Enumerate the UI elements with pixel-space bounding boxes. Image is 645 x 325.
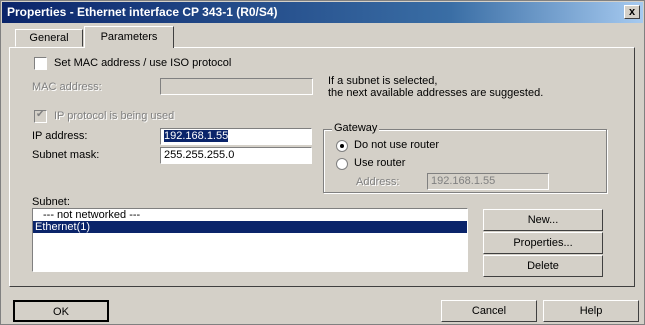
parameters-panel: Set MAC address / use ISO protocol MAC a… <box>9 47 635 287</box>
tab-parameters-label: Parameters <box>100 31 158 43</box>
use-router-radio[interactable] <box>336 158 348 170</box>
gateway-title: Gateway <box>332 122 380 134</box>
list-item-not-networked[interactable]: --- not networked --- <box>33 209 467 221</box>
subnet-list[interactable]: --- not networked --- Ethernet(1) <box>32 208 468 272</box>
help-button[interactable]: Help <box>543 300 639 322</box>
ip-address-value: 192.168.1.55 <box>164 130 229 142</box>
check-icon: ✔ <box>36 109 45 120</box>
subnet-mask-label: Subnet mask: <box>32 149 100 161</box>
new-button[interactable]: New... <box>483 209 603 231</box>
gateway-group: Gateway Do not use router Use router Add… <box>323 122 607 193</box>
no-router-label: Do not use router <box>354 139 439 151</box>
mac-address-field[interactable] <box>160 78 313 95</box>
list-item-ethernet-1[interactable]: Ethernet(1) <box>33 221 467 233</box>
no-router-radio[interactable] <box>336 140 348 152</box>
title-bar[interactable]: Properties - Ethernet interface CP 343-1… <box>2 2 643 23</box>
mac-address-label: MAC address: <box>32 81 102 93</box>
radio-selected-dot <box>340 144 344 148</box>
subnet-mask-field[interactable]: 255.255.255.0 <box>160 147 312 164</box>
set-mac-checkbox[interactable] <box>34 57 47 70</box>
tab-general[interactable]: General <box>15 29 83 47</box>
hint-line-2: the next available addresses are suggest… <box>328 87 544 99</box>
ok-button[interactable]: OK <box>13 300 109 322</box>
ip-protocol-checkbox[interactable]: ✔ <box>34 109 47 123</box>
ip-address-field[interactable]: 192.168.1.55 <box>160 128 312 145</box>
tab-general-label: General <box>29 32 69 44</box>
router-address-field[interactable]: 192.168.1.55 <box>427 173 549 190</box>
close-button[interactable]: x <box>624 5 640 19</box>
ip-protocol-label: IP protocol is being used <box>54 110 175 122</box>
properties-dialog: Properties - Ethernet interface CP 343-1… <box>0 0 645 325</box>
hint-line-1: If a subnet is selected, <box>328 75 438 87</box>
delete-button[interactable]: Delete <box>483 255 603 277</box>
cancel-button[interactable]: Cancel <box>441 300 537 322</box>
close-icon: x <box>628 6 636 18</box>
properties-button[interactable]: Properties... <box>483 232 603 254</box>
subnet-label: Subnet: <box>32 196 70 208</box>
set-mac-label: Set MAC address / use ISO protocol <box>54 57 232 69</box>
use-router-label: Use router <box>354 157 406 169</box>
window-title: Properties - Ethernet interface CP 343-1… <box>7 5 278 19</box>
tab-parameters[interactable]: Parameters <box>84 26 174 48</box>
ip-address-label: IP address: <box>32 130 88 142</box>
router-address-label: Address: <box>356 176 400 188</box>
